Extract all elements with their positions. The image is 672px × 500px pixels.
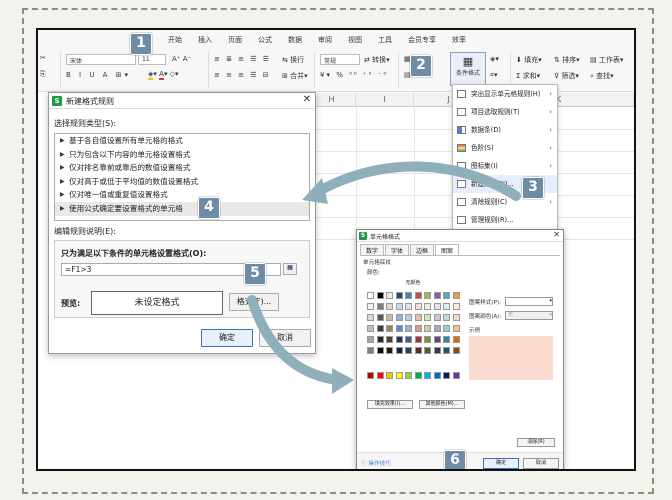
step-badge-3: 3 bbox=[522, 177, 544, 199]
arrow-head-icon bbox=[332, 368, 354, 394]
step-badge-6: 6 bbox=[444, 450, 466, 469]
step-badge-2: 2 bbox=[410, 55, 432, 77]
step-badge-1: 1 bbox=[130, 33, 152, 55]
arrow-curve bbox=[309, 161, 521, 201]
arrow-curve bbox=[247, 295, 343, 385]
annotation-arrows bbox=[247, 161, 521, 394]
arrow-head-icon bbox=[302, 178, 328, 204]
app-window: 开始 插入 页面 公式 数据 审阅 视图 工具 会员专享 效率 ✂ ⎘ 宋体 1… bbox=[36, 28, 636, 471]
step-badge-4: 4 bbox=[198, 197, 220, 219]
step-badge-5: 5 bbox=[244, 263, 266, 285]
